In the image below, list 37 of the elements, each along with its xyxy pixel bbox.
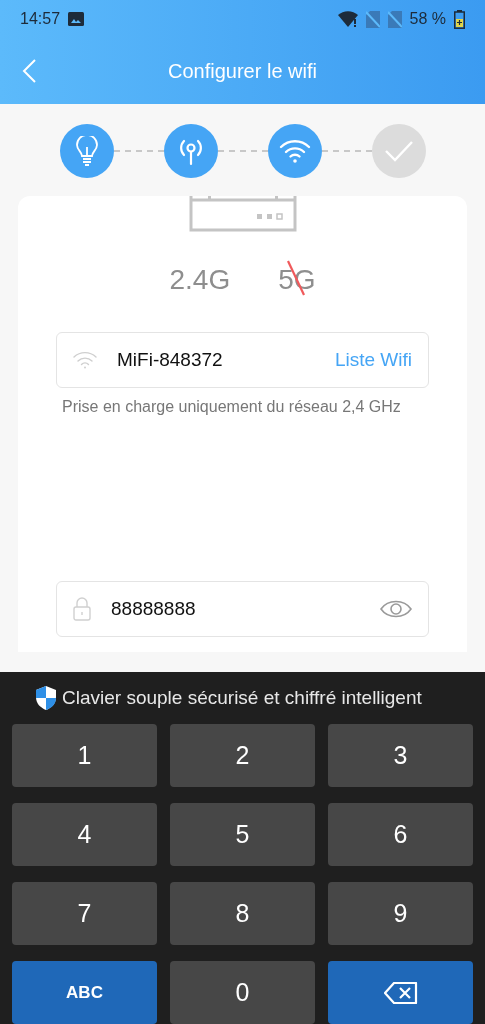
digit-key[interactable]: 6 <box>328 803 473 866</box>
digit-key[interactable]: 7 <box>12 882 157 945</box>
password-value: 88888888 <box>111 598 197 620</box>
battery-icon <box>454 9 465 29</box>
digit-key[interactable]: 5 <box>170 803 315 866</box>
lock-icon <box>73 597 91 621</box>
digit-key[interactable]: 0 <box>170 961 315 1024</box>
check-icon <box>383 140 414 162</box>
wifi-field[interactable]: MiFi-848372 Liste Wifi <box>56 332 429 388</box>
page-title: Configurer le wifi <box>168 59 317 83</box>
router-icon <box>188 196 297 232</box>
battery-percent: 58 % <box>409 10 446 28</box>
image-icon <box>68 12 85 26</box>
network-name: MiFi-848372 <box>117 349 224 371</box>
digit-key[interactable]: 8 <box>170 882 315 945</box>
wifi-icon <box>278 138 311 164</box>
band-label: 2.4G <box>169 264 231 296</box>
digit-key[interactable]: 9 <box>328 882 473 945</box>
backspace-icon <box>383 981 418 1004</box>
back-icon <box>22 59 36 83</box>
digit-key[interactable]: 4 <box>12 803 157 866</box>
hint-text: Prise en charge uniquement du réseau 2,4 GHz <box>62 397 402 417</box>
wifi-icon <box>73 351 97 369</box>
keyboard-title: Clavier souple sécurisé et chiffré intelligent <box>62 687 422 709</box>
digit-key[interactable]: 2 <box>170 724 315 787</box>
digit-key[interactable]: 1 <box>12 724 157 787</box>
password-field[interactable]: 88888888 <box>56 581 429 637</box>
digit-key[interactable]: 3 <box>328 724 473 787</box>
mode-key[interactable]: ABC <box>12 961 157 1024</box>
lightbulb-icon <box>75 136 98 166</box>
wifi-alert-icon <box>337 11 358 27</box>
no-sim-icon <box>387 10 402 28</box>
eye-icon[interactable] <box>380 599 412 619</box>
backspace-key[interactable] <box>328 961 473 1024</box>
shield-icon <box>34 685 58 711</box>
no-sim-icon <box>365 10 380 28</box>
clock: 14:57 <box>20 10 61 28</box>
